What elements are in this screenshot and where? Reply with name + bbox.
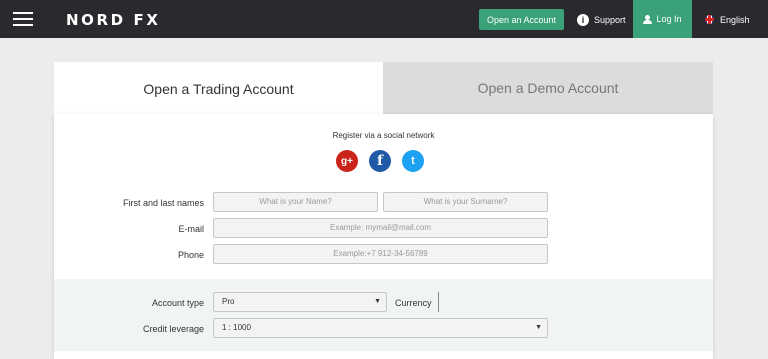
login-button[interactable]: Log In [633,0,692,38]
chevron-down-icon: ▼ [374,298,381,305]
email-label: E-mail [178,224,204,234]
account-type-value: Pro [222,297,235,306]
phone-field[interactable]: Example:+7 912-34-56789 [213,244,548,264]
user-icon [643,14,653,24]
name-label: First and last names [122,198,204,208]
login-label: Log In [656,14,682,24]
tab-trading-account[interactable]: Open a Trading Account [54,62,383,115]
twitter-icon[interactable]: t [402,150,424,172]
language-label: English [720,14,750,25]
menu-icon[interactable] [13,12,33,26]
nordfx-logo[interactable]: NORD FX [66,11,161,29]
leverage-value: 1 : 1000 [222,323,251,332]
phone-label: Phone [177,250,204,260]
account-type-label: Account type [151,298,204,308]
tab-demo-account[interactable]: Open a Demo Account [383,62,713,114]
facebook-icon[interactable]: f [369,150,391,172]
open-account-button[interactable]: Open an Account [479,9,564,30]
account-settings-section: Account type Pro ▼ Currency Credit lever… [54,279,713,351]
account-type-select[interactable]: Pro ▼ [213,292,387,312]
first-name-input[interactable]: What is your Name? [213,192,378,212]
uk-flag-icon [705,15,714,24]
currency-divider [438,292,439,312]
social-register-title: Register via a social network [332,131,435,140]
email-field[interactable]: Example: mymail@mail.com [213,218,548,238]
surname-input[interactable]: What is your Surname? [383,192,548,212]
registration-form-panel: Register via a social network g+ f t Fir… [54,114,713,359]
currency-label: Currency [395,298,432,308]
info-icon: i [577,13,589,26]
top-navigation-bar: NORD FX Open an Account i Support Log In… [0,0,768,38]
chevron-down-icon: ▼ [535,324,542,331]
leverage-label: Credit leverage [142,324,204,334]
support-link[interactable]: i Support [577,9,626,30]
language-selector[interactable]: English [705,9,750,30]
leverage-select[interactable]: 1 : 1000 ▼ [213,318,548,338]
google-plus-icon[interactable]: g+ [336,150,358,172]
support-label: Support [594,14,626,25]
